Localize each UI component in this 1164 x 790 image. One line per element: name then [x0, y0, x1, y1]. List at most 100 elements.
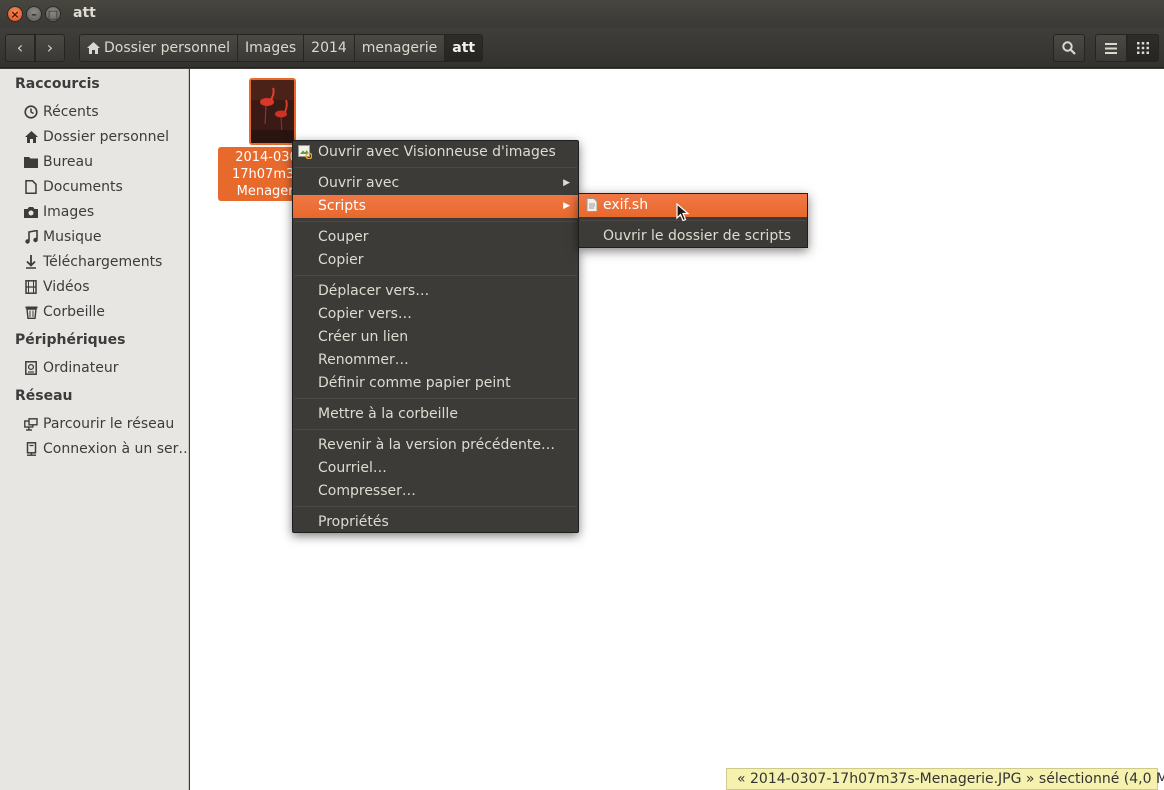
- breadcrumb-menagerie[interactable]: menagerie: [354, 35, 446, 61]
- breadcrumb-att[interactable]: att: [445, 35, 483, 61]
- search-button[interactable]: [1053, 34, 1085, 62]
- menu-separator: [294, 167, 577, 168]
- grid-icon: [1137, 42, 1149, 54]
- menu-item-cut[interactable]: Couper: [293, 226, 578, 249]
- menu-item-copy[interactable]: Copier: [293, 249, 578, 272]
- sidebar-item-label: Connexion à un ser…: [43, 441, 193, 457]
- menu-item-compress[interactable]: Compresser…: [293, 480, 578, 503]
- submenu-item-exif-sh[interactable]: exif.sh: [579, 194, 807, 217]
- sidebar-item-connect-server[interactable]: Connexion à un ser…: [24, 438, 192, 460]
- sidebar-item-label: Téléchargements: [43, 254, 163, 270]
- sidebar-section-title: Réseau: [15, 388, 73, 404]
- menu-item-copy-to[interactable]: Copier vers…: [293, 303, 578, 326]
- menu-item-label: Scripts: [318, 198, 366, 214]
- menu-item-open-with-viewer[interactable]: Ouvrir avec Visionneuse d'images: [293, 141, 578, 164]
- mouse-cursor-icon: [676, 203, 690, 222]
- forward-button[interactable]: ›: [35, 34, 65, 62]
- sidebar-item-label: Images: [43, 204, 95, 220]
- list-view-button[interactable]: [1095, 34, 1127, 62]
- sidebar: Raccourcis Récents Dossier personnel Bur…: [0, 69, 192, 790]
- sidebar-section-title: Périphériques: [15, 332, 126, 348]
- back-button[interactable]: ‹: [5, 34, 35, 62]
- music-icon: [24, 230, 38, 244]
- sidebar-item-home[interactable]: Dossier personnel: [24, 126, 169, 148]
- sidebar-item-label: Ordinateur: [43, 360, 119, 376]
- sidebar-item-music[interactable]: Musique: [24, 226, 102, 248]
- grid-view-button[interactable]: [1127, 34, 1159, 62]
- list-icon: [1105, 42, 1117, 54]
- sidebar-item-label: Documents: [43, 179, 123, 195]
- search-icon: [1062, 41, 1076, 55]
- sidebar-item-desktop[interactable]: Bureau: [24, 151, 93, 173]
- image-viewer-icon: [298, 145, 312, 159]
- minimize-window-button[interactable]: –: [26, 6, 42, 22]
- sidebar-item-label: Parcourir le réseau: [43, 416, 175, 432]
- server-icon: [24, 442, 38, 456]
- menu-separator: [294, 398, 577, 399]
- breadcrumb-home[interactable]: Dossier personnel: [80, 35, 239, 61]
- window-title: att: [73, 5, 96, 21]
- sidebar-item-network[interactable]: Parcourir le réseau: [24, 413, 174, 435]
- film-icon: [24, 280, 38, 294]
- download-icon: [24, 255, 38, 269]
- menu-separator: [294, 506, 577, 507]
- sidebar-item-documents[interactable]: Documents: [24, 176, 123, 198]
- sidebar-item-label: Vidéos: [43, 279, 90, 295]
- sidebar-item-images[interactable]: Images: [24, 201, 94, 223]
- submenu-arrow-icon: ▶: [563, 201, 570, 211]
- home-icon: [87, 42, 100, 54]
- breadcrumb-label: Dossier personnel: [104, 40, 231, 56]
- maximize-window-button[interactable]: □: [45, 6, 61, 22]
- menu-item-label: Ouvrir avec: [318, 175, 400, 191]
- menu-item-email[interactable]: Courriel…: [293, 457, 578, 480]
- folder-icon: [24, 155, 38, 169]
- menu-item-set-wallpaper[interactable]: Définir comme papier peint: [293, 372, 578, 395]
- document-icon: [24, 180, 38, 194]
- menu-item-rename[interactable]: Renommer…: [293, 349, 578, 372]
- sidebar-item-label: Récents: [43, 104, 99, 120]
- sidebar-item-computer[interactable]: Ordinateur: [24, 357, 119, 379]
- file-thumbnail[interactable]: [249, 78, 296, 145]
- drive-icon: [24, 361, 38, 375]
- camera-icon: [24, 205, 38, 219]
- breadcrumb-images[interactable]: Images: [238, 35, 305, 61]
- sidebar-item-label: Bureau: [43, 154, 93, 170]
- home-icon: [24, 130, 38, 144]
- submenu-arrow-icon: ▶: [563, 178, 570, 188]
- sidebar-item-label: Dossier personnel: [43, 129, 170, 145]
- trash-icon: [24, 305, 38, 319]
- flamingo-image: [251, 80, 294, 143]
- sidebar-item-trash[interactable]: Corbeille: [24, 301, 105, 323]
- menu-item-make-link[interactable]: Créer un lien: [293, 326, 578, 349]
- sidebar-item-label: Corbeille: [43, 304, 105, 320]
- close-window-button[interactable]: ×: [7, 6, 23, 22]
- scripts-submenu: exif.sh Ouvrir le dossier de scripts: [578, 193, 808, 248]
- sidebar-item-downloads[interactable]: Téléchargements: [24, 251, 162, 273]
- menu-item-properties[interactable]: Propriétés: [293, 511, 578, 534]
- script-file-icon: [586, 198, 598, 212]
- menu-item-label: Ouvrir avec Visionneuse d'images: [318, 144, 556, 160]
- menu-item-move-to-trash[interactable]: Mettre à la corbeille: [293, 403, 578, 426]
- sidebar-item-videos[interactable]: Vidéos: [24, 276, 90, 298]
- breadcrumb: Dossier personnel Images 2014 menagerie …: [79, 34, 484, 62]
- menu-separator: [580, 220, 806, 221]
- menu-separator: [294, 275, 577, 276]
- menu-separator: [294, 221, 577, 222]
- context-menu: Ouvrir avec Visionneuse d'images Ouvrir …: [292, 140, 579, 533]
- status-bar: « 2014-0307-17h07m37s-Menagerie.JPG » sé…: [726, 768, 1164, 790]
- menu-item-revert-version[interactable]: Revenir à la version précédente…: [293, 434, 578, 457]
- submenu-item-open-scripts-folder[interactable]: Ouvrir le dossier de scripts: [579, 225, 807, 248]
- menu-item-open-with[interactable]: Ouvrir avec ▶: [293, 172, 578, 195]
- menu-separator: [294, 429, 577, 430]
- sidebar-item-recents[interactable]: Récents: [24, 101, 99, 123]
- menu-item-move-to[interactable]: Déplacer vers…: [293, 280, 578, 303]
- clock-icon: [24, 105, 38, 119]
- sidebar-item-label: Musique: [43, 229, 102, 245]
- sidebar-section-title: Raccourcis: [15, 76, 100, 92]
- submenu-item-label: exif.sh: [603, 197, 649, 213]
- breadcrumb-2014[interactable]: 2014: [304, 35, 355, 61]
- title-bar: × – □ att: [0, 0, 1164, 28]
- menu-item-scripts[interactable]: Scripts ▶: [293, 195, 578, 218]
- toolbar: ‹ › Dossier personnel Images 2014 menage…: [0, 28, 1164, 68]
- network-icon: [24, 417, 38, 431]
